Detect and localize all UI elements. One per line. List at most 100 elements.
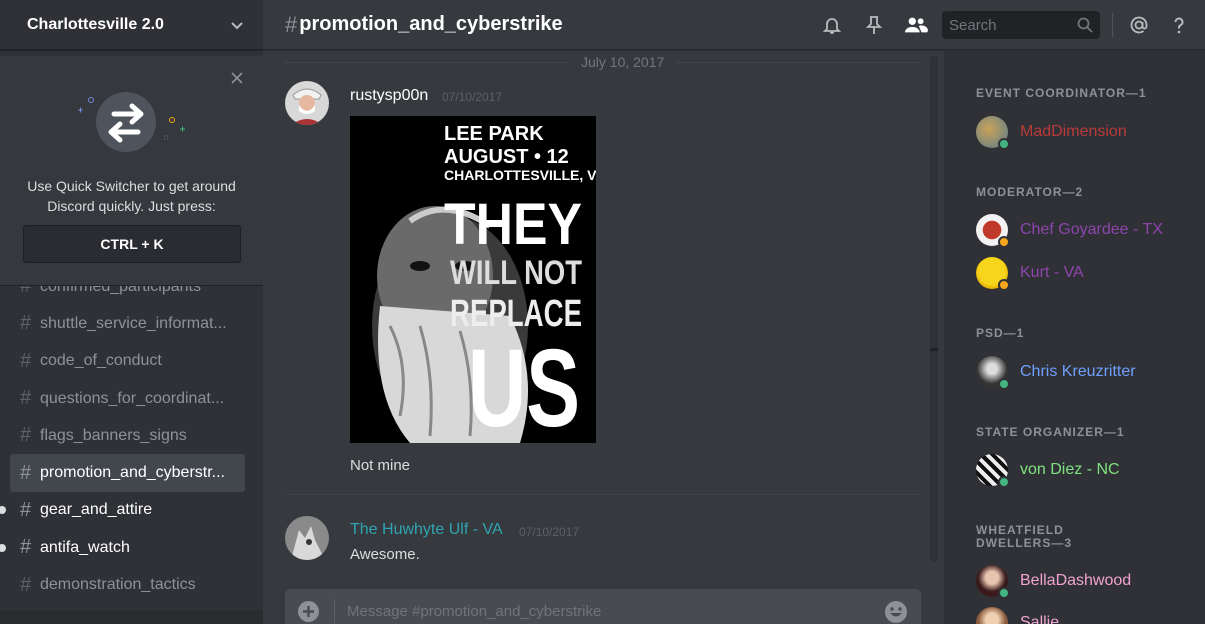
role-header: MODERATOR—2 [976, 185, 1084, 199]
plus-icon[interactable] [297, 600, 320, 623]
quick-switcher-tip: Use Quick Switcher to get around Discord… [0, 56, 263, 286]
channel-list: # confirmed_participants # shuttle_service… [0, 268, 263, 604]
composer-divider [334, 599, 335, 623]
channel-questions[interactable]: # questions_for_coordinat... [10, 380, 245, 417]
hash-icon: # [20, 424, 32, 447]
channel-label: promotion_and_cyberstr... [40, 464, 225, 482]
status-idle-icon [998, 236, 1010, 248]
channel-label: questions_for_coordinat... [40, 389, 225, 407]
avatar [976, 356, 1010, 390]
poster-line-5: WILL NOT [450, 254, 582, 292]
emoji-icon[interactable] [884, 600, 908, 624]
hash-icon: # [20, 349, 32, 372]
quick-switcher-illustration [78, 92, 185, 152]
chat-header: # promotion_and_cyberstrike [263, 0, 1205, 50]
members-icon[interactable] [904, 13, 928, 37]
discord-app: Charlottesville 2.0 # confirmed_participa… [0, 0, 1205, 624]
member-name: Kurt - VA [1020, 264, 1084, 281]
header-toolbar [820, 0, 1205, 50]
avatar [976, 257, 1010, 291]
channel-promotion-active[interactable]: # promotion_and_cyberstr... [10, 454, 245, 492]
scroll-thumb[interactable] [930, 348, 938, 351]
message-author[interactable]: rustysp00n [350, 87, 428, 105]
avatar [976, 565, 1010, 599]
status-idle-icon [998, 279, 1010, 291]
channel-label: flags_banners_signs [40, 426, 187, 444]
message-timestamp: 07/10/2017 [519, 525, 580, 539]
message-input[interactable] [347, 602, 857, 620]
status-online-icon [998, 138, 1010, 150]
date-divider-label: July 10, 2017 [569, 54, 677, 70]
search-box[interactable] [942, 11, 1100, 39]
channel-label: demonstration_tactics [40, 576, 196, 594]
poster-image[interactable]: LEE PARK AUGUST • 12 CHARLOTTESVILLE, VA… [350, 116, 596, 443]
member-name: Chef Goyardee - TX [1020, 221, 1163, 238]
member-item[interactable]: Chef Goyardee - TX [976, 213, 1163, 248]
channel-label: code_of_conduct [40, 352, 162, 370]
member-name: BellaDashwood [1020, 572, 1132, 589]
hash-icon: # [20, 536, 32, 559]
search-icon [1077, 17, 1093, 33]
status-online-icon [998, 378, 1010, 390]
poster-line-2: AUGUST • 12 [444, 146, 569, 168]
tip-line-2: Discord quickly. Just press: [47, 198, 216, 214]
member-name: Sallie [1020, 614, 1060, 624]
member-item[interactable]: Sallie [976, 606, 1059, 624]
poster-line-4: THEY [444, 192, 582, 257]
quick-switcher-text: Use Quick Switcher to get around Discord… [0, 176, 263, 216]
channel-label: shuttle_service_informat... [40, 314, 227, 332]
mention-icon[interactable] [1127, 13, 1151, 37]
role-header: PSD—1 [976, 326, 1025, 340]
channel-flags-banners[interactable]: # flags_banners_signs [10, 417, 245, 454]
avatar[interactable] [285, 81, 329, 125]
ctrl-k-button[interactable]: CTRL + K [23, 225, 241, 263]
member-item[interactable]: BellaDashwood [976, 564, 1132, 599]
hash-icon: # [20, 387, 32, 410]
scrollbar[interactable] [930, 56, 938, 562]
server-header[interactable]: Charlottesville 2.0 [0, 0, 263, 50]
channel-code-of-conduct[interactable]: # code_of_conduct [10, 343, 245, 380]
chevron-down-icon[interactable] [229, 17, 245, 33]
channel-antifa-watch[interactable]: # antifa_watch [0, 529, 245, 566]
user-panel [0, 610, 263, 624]
role-header-line-2: DWELLERS—3 [976, 536, 1073, 550]
avatar [976, 454, 1010, 488]
message-timestamp: 07/10/2017 [442, 90, 503, 104]
channel-sidebar: Charlottesville 2.0 # confirmed_participa… [0, 0, 263, 624]
header-divider [1112, 13, 1113, 37]
channel-gear-and-attire[interactable]: # gear_and_attire [0, 492, 245, 529]
status-online-icon [998, 476, 1010, 488]
date-divider: July 10, 2017 [285, 54, 921, 70]
hash-icon: # [285, 11, 298, 37]
poster-line-1: LEE PARK [444, 123, 544, 145]
member-item[interactable]: Chris Kreuzritter [976, 355, 1136, 390]
unread-indicator [0, 506, 6, 515]
hash-icon: # [20, 498, 32, 521]
message-text: Not mine [350, 457, 411, 474]
channel-demonstration-tactics[interactable]: # demonstration_tactics [10, 566, 245, 603]
close-icon[interactable] [230, 71, 244, 85]
message-list: July 10, 2017 rustysp00n 07/10/2017 LEE … [263, 51, 943, 585]
avatar[interactable] [285, 516, 329, 560]
avatar [976, 607, 1008, 624]
message-text: Awesome. [350, 546, 420, 563]
member-name: von Diez - NC [1020, 461, 1120, 478]
avatar [976, 214, 1010, 248]
search-input[interactable] [949, 16, 1069, 34]
member-item[interactable]: von Diez - NC [976, 453, 1120, 488]
channel-label: gear_and_attire [40, 501, 153, 519]
pin-icon[interactable] [862, 13, 886, 37]
channel-label: antifa_watch [40, 538, 130, 556]
member-item[interactable]: Kurt - VA [976, 256, 1084, 291]
channel-shuttle-service[interactable]: # shuttle_service_informat... [10, 305, 245, 342]
unread-indicator [0, 543, 6, 552]
bell-icon[interactable] [820, 13, 844, 37]
help-icon[interactable] [1167, 13, 1191, 37]
member-list: EVENT COORDINATOR—1 MadDimension MODERAT… [944, 51, 1205, 624]
tip-line-1: Use Quick Switcher to get around [27, 178, 236, 194]
member-item[interactable]: MadDimension [976, 115, 1127, 150]
avatar [976, 116, 1010, 150]
message-separator [285, 494, 921, 495]
message-author[interactable]: The Huwhyte Ulf - VA [350, 521, 503, 539]
hash-icon: # [20, 312, 32, 335]
